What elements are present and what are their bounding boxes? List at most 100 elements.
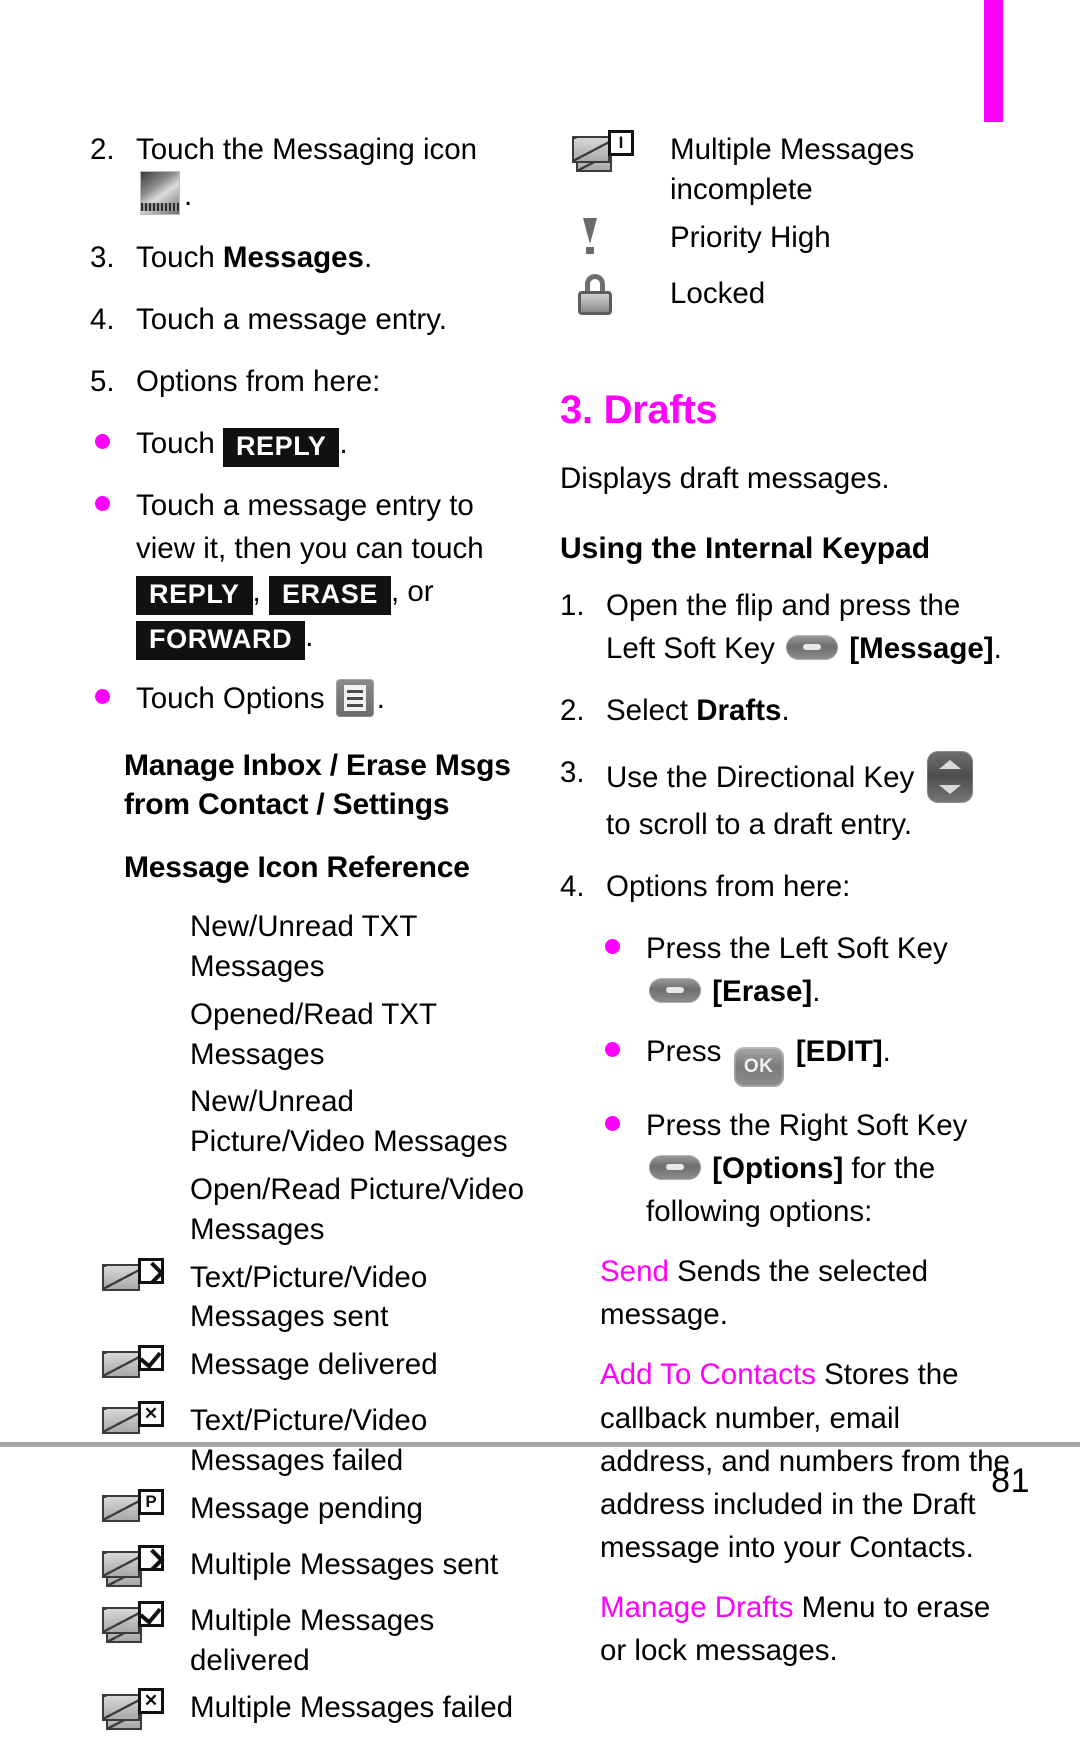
envelope-shape — [102, 1351, 145, 1379]
keypad-step-3-text: Use the Directional Key — [606, 760, 915, 794]
icon-reference-row: New/Unread TXT Messages — [90, 905, 530, 987]
step-3-number: 3. — [90, 241, 115, 275]
x-icon: ✕ — [143, 1404, 159, 1424]
option-manage-drafts: Manage Drafts Menu to erase or lock mess… — [600, 1586, 1010, 1672]
step-2-text: Touch the Messaging icon — [136, 133, 478, 166]
keypad-step-2-bold: Drafts — [696, 693, 782, 727]
reply-chip[interactable]: REPLY — [222, 428, 340, 468]
envelope-shape — [102, 1494, 145, 1522]
bullet-lead: Touch Options — [136, 682, 325, 716]
envelope-pending-icon: P — [102, 1488, 164, 1533]
icon-reference-row: New/Unread Picture/Video Messages — [90, 1080, 530, 1162]
bullet-touch-options: Touch Options . — [90, 677, 530, 720]
p-icon: P — [145, 1491, 157, 1511]
incomplete-badge: I — [608, 130, 634, 156]
bullet-view-actions: Touch a message entry to view it, then y… — [90, 484, 530, 661]
subhead-message-icon-reference: Message Icon Reference — [124, 851, 470, 885]
blank-icon — [102, 1082, 164, 1126]
multi-envelope-sent-icon — [102, 1544, 165, 1589]
priority-high-icon — [572, 217, 634, 262]
bullet-dot-icon — [605, 1042, 620, 1058]
forward-chip[interactable]: FORWARD — [136, 621, 306, 661]
ok-key-icon[interactable]: OK — [733, 1047, 784, 1088]
icon-reference-row: Locked — [560, 272, 1010, 322]
bullet-tail: . — [339, 427, 348, 461]
step-5: 5. Options from here: — [90, 360, 530, 403]
icon-reference-label: Message delivered — [190, 1348, 438, 1382]
icon-reference-label: Priority High — [670, 220, 831, 254]
multi-envelope-incomplete-icon: I — [572, 130, 634, 174]
keypad-step-1-number: 1. — [560, 588, 585, 622]
bullet-lead: Press the Left Soft Key — [646, 932, 948, 965]
right-column: I Multiple Messages incomplete Priority … — [560, 128, 1010, 1689]
exclamation-stem — [583, 217, 597, 244]
icon-reference-label: Multiple Messages sent — [190, 1547, 499, 1581]
bullet-lead: Touch — [136, 427, 215, 461]
envelope-delivered-icon — [102, 1345, 164, 1389]
icon-reference-row: Open/Read Picture/Video Messages — [90, 1168, 530, 1250]
keypad-step-4: 4. Options from here: — [560, 865, 1010, 908]
keypad-step-1-bracket: [Message] — [849, 631, 994, 665]
envelope-sent-icon — [102, 1257, 165, 1302]
envelope-failed-icon: ✕ — [102, 1401, 164, 1445]
section-title-drafts: 3. Drafts — [560, 387, 718, 432]
bullet-left-soft-key-erase: Press the Left Soft Key [Erase]. — [600, 927, 1010, 1013]
step-4-text: Touch a message entry. — [136, 303, 448, 337]
delivered-badge — [138, 1600, 164, 1627]
icon-reference-row: Text/Picture/Video Messages sent — [90, 1256, 530, 1338]
check-icon — [139, 1601, 162, 1625]
subhead-manage-inbox: Manage Inbox / Erase Msgs from Contact /… — [124, 749, 511, 822]
bullet-lead: Press the Right Soft Key — [646, 1109, 968, 1143]
directional-key-icon[interactable] — [927, 750, 974, 803]
icon-reference-label: Text/Picture/Video Messages sent — [190, 1260, 428, 1334]
icon-reference-label: Opened/Read TXT Messages — [190, 997, 437, 1071]
erase-chip[interactable]: ERASE — [268, 576, 391, 616]
icon-reference-label: New/Unread Picture/Video Messages — [190, 1085, 508, 1159]
keypad-step-3-number: 3. — [560, 755, 585, 789]
failed-badge: ✕ — [138, 1688, 164, 1715]
left-soft-key-icon[interactable] — [786, 634, 839, 660]
step-2-period: . — [184, 179, 193, 213]
messaging-icon — [140, 171, 180, 216]
bullet-right-soft-key-options: Press the Right Soft Key [Options] for t… — [600, 1104, 1010, 1233]
icon-reference-label: New/Unread TXT Messages — [190, 910, 417, 983]
exclamation-dot — [586, 246, 594, 254]
options-icon-line — [346, 697, 363, 701]
step-5-text: Options from here: — [136, 365, 381, 399]
bullet-dot-icon — [605, 1116, 620, 1132]
step-3: 3. Touch Messages. — [90, 236, 530, 279]
bullet-bracket: [Options] — [712, 1152, 844, 1186]
options-icon[interactable] — [335, 679, 374, 718]
reply-chip[interactable]: REPLY — [136, 576, 253, 616]
step-5-number: 5. — [90, 365, 115, 399]
blank-icon — [102, 907, 164, 951]
bullet-tail: . — [882, 1035, 891, 1069]
step-2-number: 2. — [90, 133, 115, 166]
icon-reference-label: Locked — [670, 276, 766, 310]
keypad-step-1-period: . — [993, 631, 1002, 665]
option-send: Send Sends the selected message. — [600, 1250, 1010, 1336]
icon-reference-label: Multiple Messages failed — [190, 1691, 514, 1725]
sent-badge — [138, 1544, 165, 1572]
icon-reference-row: Multiple Messages delivered — [90, 1599, 530, 1681]
keypad-step-2-period: . — [781, 693, 790, 727]
bullet-bracket: [Erase] — [712, 975, 813, 1009]
option-term: Add To Contacts — [600, 1358, 816, 1392]
keypad-step-3-tail: to scroll to a draft entry. — [606, 807, 913, 841]
bullet-dot-icon — [605, 939, 620, 954]
blank-icon — [102, 1170, 164, 1214]
bullet-tail: . — [376, 682, 385, 716]
envelope-shape-front — [102, 1694, 145, 1722]
right-soft-key-icon[interactable] — [649, 1155, 701, 1181]
bullet-line2-lead: then you can touch — [234, 532, 484, 566]
section-description: Displays draft messages. — [560, 461, 890, 495]
icon-reference-row: Opened/Read TXT Messages — [90, 993, 530, 1075]
step-4-number: 4. — [90, 303, 115, 337]
chevron-down-icon — [939, 784, 962, 794]
icon-reference-row: Message delivered — [90, 1343, 530, 1393]
left-soft-key-icon[interactable] — [649, 978, 701, 1004]
keypad-step-3: 3. Use the Directional Key to scroll to … — [560, 750, 1010, 846]
keypad-step-4-number: 4. — [560, 869, 585, 903]
icon-reference-row: Multiple Messages sent — [90, 1543, 530, 1593]
bullet-lead: Press — [646, 1035, 722, 1069]
